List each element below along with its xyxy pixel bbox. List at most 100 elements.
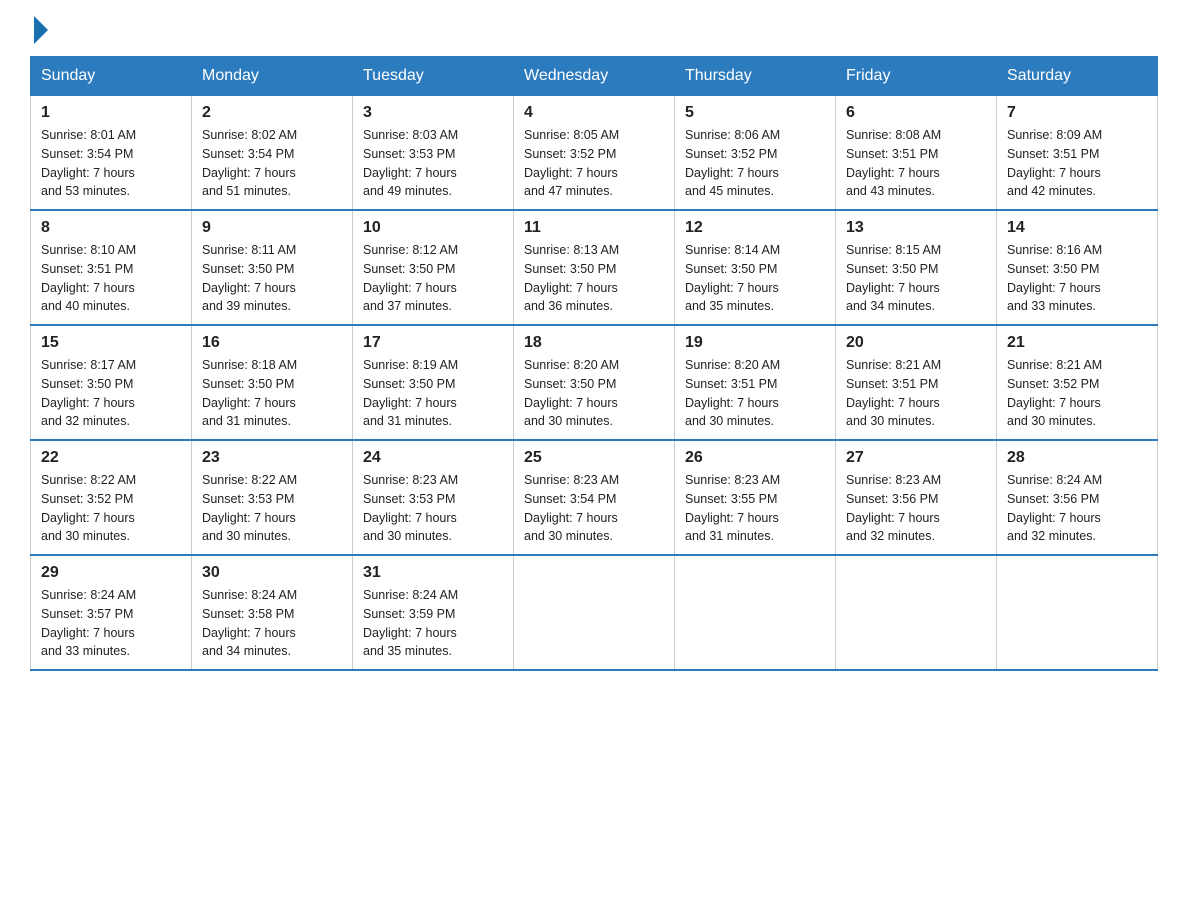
calendar-cell (514, 555, 675, 670)
calendar-cell: 19 Sunrise: 8:20 AMSunset: 3:51 PMDayligh… (675, 325, 836, 440)
day-number: 5 (685, 104, 825, 122)
day-number: 9 (202, 219, 342, 237)
calendar-cell: 10 Sunrise: 8:12 AMSunset: 3:50 PMDayligh… (353, 210, 514, 325)
day-number: 16 (202, 334, 342, 352)
calendar-cell: 24Sunrise: 8:23 AMSunset: 3:53 PMDayligh… (353, 440, 514, 555)
calendar-week-row: 22 Sunrise: 8:22 AMSunset: 3:52 PMDayligh… (31, 440, 1158, 555)
calendar-cell: 3 Sunrise: 8:03 AMSunset: 3:53 PMDaylight… (353, 96, 514, 211)
day-info: Sunrise: 8:16 AMSunset: 3:50 PMDaylight:… (1007, 241, 1147, 316)
day-info: Sunrise: 8:20 AMSunset: 3:51 PMDaylight:… (685, 356, 825, 431)
day-number: 10 (363, 219, 503, 237)
day-number: 25 (524, 449, 664, 467)
day-number: 12 (685, 219, 825, 237)
day-number: 30 (202, 564, 342, 582)
day-info: Sunrise: 8:17 AMSunset: 3:50 PMDaylight:… (41, 356, 181, 431)
calendar-cell: 4 Sunrise: 8:05 AMSunset: 3:52 PMDaylight… (514, 96, 675, 211)
day-info: Sunrise: 8:15 AMSunset: 3:50 PMDaylight:… (846, 241, 986, 316)
header-day-friday: Friday (836, 57, 997, 96)
calendar-cell: 5 Sunrise: 8:06 AMSunset: 3:52 PMDaylight… (675, 96, 836, 211)
header-day-monday: Monday (192, 57, 353, 96)
calendar-cell: 20Sunrise: 8:21 AMSunset: 3:51 PMDayligh… (836, 325, 997, 440)
calendar-cell: 29Sunrise: 8:24 AMSunset: 3:57 PMDayligh… (31, 555, 192, 670)
day-number: 1 (41, 104, 181, 122)
calendar-cell: 1Sunrise: 8:01 AMSunset: 3:54 PMDaylight… (31, 96, 192, 211)
day-info: Sunrise: 8:14 AMSunset: 3:50 PMDaylight:… (685, 241, 825, 316)
calendar-cell: 11 Sunrise: 8:13 AMSunset: 3:50 PMDayligh… (514, 210, 675, 325)
day-number: 20 (846, 334, 986, 352)
logo (30, 20, 48, 44)
header-day-thursday: Thursday (675, 57, 836, 96)
calendar-week-row: 8 Sunrise: 8:10 AMSunset: 3:51 PMDaylight… (31, 210, 1158, 325)
calendar-cell: 21Sunrise: 8:21 AMSunset: 3:52 PMDayligh… (997, 325, 1158, 440)
day-number: 17 (363, 334, 503, 352)
day-info: Sunrise: 8:23 AMSunset: 3:55 PMDaylight:… (685, 471, 825, 546)
calendar-cell: 26 Sunrise: 8:23 AMSunset: 3:55 PMDayligh… (675, 440, 836, 555)
day-info: Sunrise: 8:05 AMSunset: 3:52 PMDaylight:… (524, 126, 664, 201)
calendar-cell: 30 Sunrise: 8:24 AMSunset: 3:58 PMDayligh… (192, 555, 353, 670)
calendar-cell: 12 Sunrise: 8:14 AMSunset: 3:50 PMDayligh… (675, 210, 836, 325)
day-info: Sunrise: 8:06 AMSunset: 3:52 PMDaylight:… (685, 126, 825, 201)
day-number: 28 (1007, 449, 1147, 467)
header-day-sunday: Sunday (31, 57, 192, 96)
day-number: 3 (363, 104, 503, 122)
logo-triangle-icon (34, 16, 48, 44)
day-number: 29 (41, 564, 181, 582)
calendar-cell: 22 Sunrise: 8:22 AMSunset: 3:52 PMDayligh… (31, 440, 192, 555)
calendar-cell: 2Sunrise: 8:02 AMSunset: 3:54 PMDaylight… (192, 96, 353, 211)
day-info: Sunrise: 8:24 AMSunset: 3:58 PMDaylight:… (202, 586, 342, 661)
day-info: Sunrise: 8:11 AMSunset: 3:50 PMDaylight:… (202, 241, 342, 316)
day-info: Sunrise: 8:18 AMSunset: 3:50 PMDaylight:… (202, 356, 342, 431)
day-number: 6 (846, 104, 986, 122)
page-header (30, 20, 1158, 44)
day-number: 8 (41, 219, 181, 237)
day-number: 19 (685, 334, 825, 352)
day-number: 13 (846, 219, 986, 237)
calendar-cell: 27 Sunrise: 8:23 AMSunset: 3:56 PMDayligh… (836, 440, 997, 555)
day-info: Sunrise: 8:22 AMSunset: 3:53 PMDaylight:… (202, 471, 342, 546)
day-info: Sunrise: 8:08 AMSunset: 3:51 PMDaylight:… (846, 126, 986, 201)
day-info: Sunrise: 8:13 AMSunset: 3:50 PMDaylight:… (524, 241, 664, 316)
day-number: 4 (524, 104, 664, 122)
calendar-cell: 9 Sunrise: 8:11 AMSunset: 3:50 PMDaylight… (192, 210, 353, 325)
day-number: 18 (524, 334, 664, 352)
calendar-cell: 17Sunrise: 8:19 AMSunset: 3:50 PMDayligh… (353, 325, 514, 440)
day-number: 23 (202, 449, 342, 467)
calendar-cell: 18 Sunrise: 8:20 AMSunset: 3:50 PMDayligh… (514, 325, 675, 440)
calendar-cell: 28 Sunrise: 8:24 AMSunset: 3:56 PMDayligh… (997, 440, 1158, 555)
day-info: Sunrise: 8:03 AMSunset: 3:53 PMDaylight:… (363, 126, 503, 201)
day-info: Sunrise: 8:12 AMSunset: 3:50 PMDaylight:… (363, 241, 503, 316)
header-day-tuesday: Tuesday (353, 57, 514, 96)
calendar-week-row: 29Sunrise: 8:24 AMSunset: 3:57 PMDayligh… (31, 555, 1158, 670)
calendar-cell (675, 555, 836, 670)
calendar-cell (836, 555, 997, 670)
day-number: 27 (846, 449, 986, 467)
calendar-cell: 14Sunrise: 8:16 AMSunset: 3:50 PMDayligh… (997, 210, 1158, 325)
header-day-wednesday: Wednesday (514, 57, 675, 96)
day-info: Sunrise: 8:23 AMSunset: 3:53 PMDaylight:… (363, 471, 503, 546)
day-info: Sunrise: 8:24 AMSunset: 3:56 PMDaylight:… (1007, 471, 1147, 546)
calendar-cell: 15 Sunrise: 8:17 AMSunset: 3:50 PMDayligh… (31, 325, 192, 440)
day-number: 31 (363, 564, 503, 582)
day-info: Sunrise: 8:23 AMSunset: 3:54 PMDaylight:… (524, 471, 664, 546)
day-number: 2 (202, 104, 342, 122)
day-info: Sunrise: 8:20 AMSunset: 3:50 PMDaylight:… (524, 356, 664, 431)
day-number: 11 (524, 219, 664, 237)
calendar-table: SundayMondayTuesdayWednesdayThursdayFrid… (30, 56, 1158, 671)
calendar-cell: 25 Sunrise: 8:23 AMSunset: 3:54 PMDayligh… (514, 440, 675, 555)
day-info: Sunrise: 8:24 AMSunset: 3:59 PMDaylight:… (363, 586, 503, 661)
day-info: Sunrise: 8:22 AMSunset: 3:52 PMDaylight:… (41, 471, 181, 546)
calendar-header-row: SundayMondayTuesdayWednesdayThursdayFrid… (31, 57, 1158, 96)
calendar-week-row: 15 Sunrise: 8:17 AMSunset: 3:50 PMDayligh… (31, 325, 1158, 440)
calendar-cell: 6 Sunrise: 8:08 AMSunset: 3:51 PMDaylight… (836, 96, 997, 211)
day-info: Sunrise: 8:09 AMSunset: 3:51 PMDaylight:… (1007, 126, 1147, 201)
day-info: Sunrise: 8:21 AMSunset: 3:52 PMDaylight:… (1007, 356, 1147, 431)
calendar-week-row: 1Sunrise: 8:01 AMSunset: 3:54 PMDaylight… (31, 96, 1158, 211)
day-info: Sunrise: 8:10 AMSunset: 3:51 PMDaylight:… (41, 241, 181, 316)
calendar-cell (997, 555, 1158, 670)
calendar-cell: 16 Sunrise: 8:18 AMSunset: 3:50 PMDayligh… (192, 325, 353, 440)
day-number: 22 (41, 449, 181, 467)
header-day-saturday: Saturday (997, 57, 1158, 96)
day-info: Sunrise: 8:23 AMSunset: 3:56 PMDaylight:… (846, 471, 986, 546)
day-number: 26 (685, 449, 825, 467)
day-number: 15 (41, 334, 181, 352)
